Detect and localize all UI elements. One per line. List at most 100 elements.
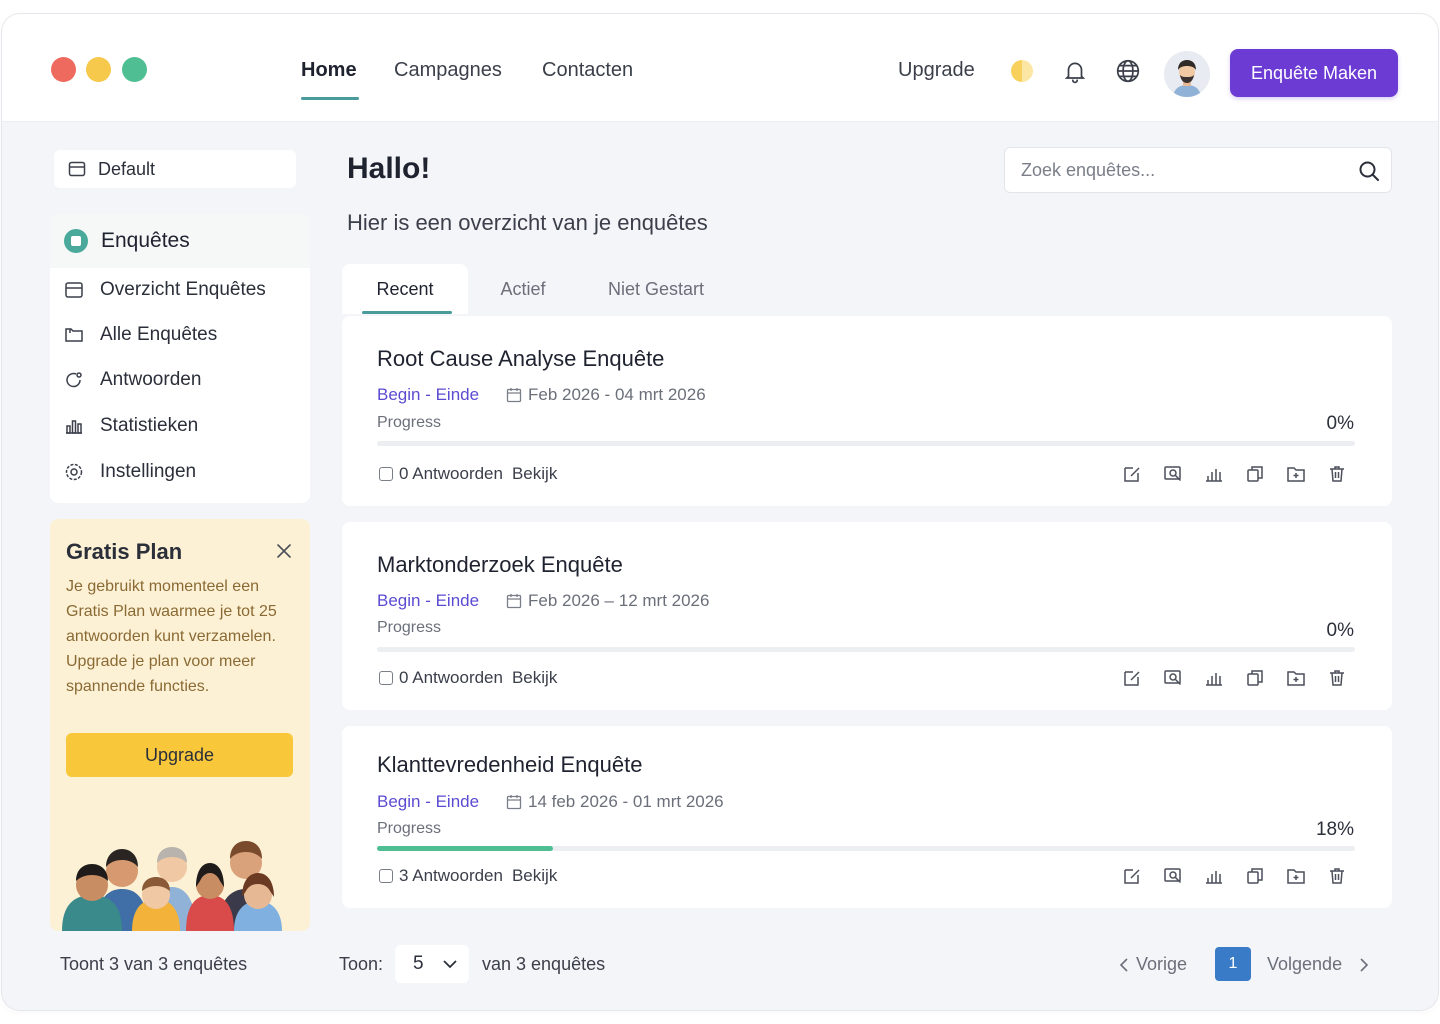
sidebar-item-overview[interactable]: Overzicht Enquêtes — [64, 275, 266, 305]
page-number-button[interactable]: 1 — [1215, 947, 1251, 981]
prev-page-button[interactable]: Vorige — [1118, 954, 1187, 975]
dates-label: Begin - Einde — [377, 385, 480, 404]
trash-icon[interactable] — [1327, 668, 1347, 688]
survey-card: Root Cause Analyse Enquête Begin - Einde… — [342, 316, 1392, 506]
progress-percent: 0% — [1326, 413, 1354, 434]
progress-percent: 0% — [1326, 620, 1354, 641]
progress-percent: 18% — [1315, 819, 1354, 840]
plan-upgrade-button[interactable]: Upgrade — [66, 733, 293, 777]
page-size-select[interactable]: 5 — [395, 945, 469, 983]
app-window: Home Campagnes Contacten Upgrade Enquête… — [2, 14, 1438, 1010]
sidebar-item-all-surveys[interactable]: Alle Enquêtes — [64, 320, 217, 350]
avatar[interactable] — [1164, 51, 1210, 97]
page-size-label: Toon: — [339, 954, 384, 974]
settings-icon — [65, 463, 83, 481]
progress-bar — [377, 647, 1355, 652]
chart-icon[interactable] — [1204, 866, 1224, 886]
nav-contacts[interactable]: Contacten — [542, 59, 633, 82]
view-link[interactable]: Bekijk — [512, 464, 557, 484]
edit-icon[interactable] — [1122, 464, 1142, 484]
calendar-icon — [506, 795, 522, 810]
sidebar-item-label: Instellingen — [100, 461, 197, 482]
folder-icon — [65, 328, 83, 342]
search-icon[interactable] — [1357, 159, 1381, 183]
select-checkbox[interactable] — [379, 467, 393, 481]
workspace-select[interactable]: Default — [54, 150, 296, 188]
survey-title[interactable]: Root Cause Analyse Enquête — [377, 346, 664, 372]
response-row: 3 Antwoorden Bekijk — [379, 866, 557, 886]
survey-title[interactable]: Marktonderzoek Enquête — [377, 552, 623, 578]
prev-page-label: Vorige — [1136, 954, 1188, 974]
tab-recent[interactable]: Recent — [342, 264, 468, 314]
response-count: 3 Antwoorden — [399, 866, 503, 885]
progress-fill — [377, 846, 554, 851]
next-page-button[interactable]: Volgende — [1267, 954, 1370, 975]
sidebar-item-settings[interactable]: Instellingen — [64, 457, 196, 487]
progress-label: Progress — [377, 414, 442, 431]
view-link[interactable]: Bekijk — [512, 866, 557, 886]
copy-icon[interactable] — [1245, 464, 1265, 484]
trash-icon[interactable] — [1327, 464, 1347, 484]
survey-title[interactable]: Klanttevredenheid Enquête — [377, 752, 642, 778]
create-survey-button[interactable]: Enquête Maken — [1230, 49, 1398, 97]
responses-icon — [66, 372, 82, 388]
edit-icon[interactable] — [1122, 866, 1142, 886]
window-maximize-dot[interactable] — [122, 57, 147, 82]
preview-icon[interactable] — [1163, 464, 1183, 484]
page-title: Hallo! — [347, 152, 431, 185]
edit-icon[interactable] — [1122, 668, 1142, 688]
folder-move-icon[interactable] — [1286, 866, 1306, 886]
folder-move-icon[interactable] — [1286, 668, 1306, 688]
chevron-right-icon — [1360, 957, 1369, 972]
globe-icon[interactable] — [1115, 58, 1141, 84]
calendar-icon — [506, 594, 522, 609]
sidebar-item-label: Statistieken — [100, 415, 199, 436]
top-bar: Home Campagnes Contacten Upgrade Enquête… — [2, 14, 1438, 122]
page-total-label: van 3 enquêtes — [482, 954, 606, 974]
sidebar-menu: Enquêtes Overzicht Enquêtes Alle Enquête… — [50, 214, 310, 503]
response-count: 0 Antwoorden — [399, 464, 503, 483]
trash-icon[interactable] — [1327, 866, 1347, 886]
copy-icon[interactable] — [1245, 668, 1265, 688]
sidebar-section-header[interactable]: Enquêtes — [50, 214, 310, 268]
chart-icon[interactable] — [1204, 464, 1224, 484]
plan-description: Je gebruikt momenteel een Gratis Plan wa… — [66, 578, 277, 695]
window-minimize-dot[interactable] — [86, 57, 111, 82]
response-row: 0 Antwoorden Bekijk — [379, 668, 557, 688]
tab-active[interactable]: Actief — [468, 264, 578, 314]
tab-not-started[interactable]: Niet Gestart — [578, 264, 734, 314]
progress-bar — [377, 441, 1355, 446]
sidebar-item-label: Overzicht Enquêtes — [100, 279, 266, 300]
close-icon[interactable] — [274, 541, 294, 561]
workspace-label: Default — [98, 158, 156, 179]
copy-icon[interactable] — [1245, 866, 1265, 886]
select-checkbox[interactable] — [379, 671, 393, 685]
preview-icon[interactable] — [1163, 668, 1183, 688]
nav-upgrade-link[interactable]: Upgrade — [898, 59, 975, 82]
next-page-label: Volgende — [1267, 954, 1343, 974]
chart-icon[interactable] — [1204, 668, 1224, 688]
theme-toggle-icon[interactable] — [1011, 60, 1033, 82]
sidebar-item-label: Antwoorden — [100, 369, 202, 390]
survey-card: Klanttevredenheid Enquête Begin - Einde … — [342, 726, 1392, 908]
bell-icon[interactable] — [1062, 58, 1088, 84]
people-illustration — [62, 841, 282, 931]
folder-move-icon[interactable] — [1286, 464, 1306, 484]
sidebar-item-statistics[interactable]: Statistieken — [64, 411, 198, 441]
tab-active-indicator — [362, 311, 452, 314]
progress-label: Progress — [377, 619, 442, 636]
surveys-icon — [64, 229, 88, 253]
view-link[interactable]: Bekijk — [512, 668, 557, 688]
nav-campaigns[interactable]: Campagnes — [394, 59, 502, 82]
preview-icon[interactable] — [1163, 866, 1183, 886]
survey-card: Marktonderzoek Enquête Begin - Einde Feb… — [342, 522, 1392, 710]
survey-date-range: Feb 2026 – 12 mrt 2026 — [528, 591, 710, 610]
overview-icon — [65, 282, 83, 298]
window-close-dot[interactable] — [51, 57, 76, 82]
nav-home[interactable]: Home — [301, 59, 357, 82]
select-checkbox[interactable] — [379, 869, 393, 883]
search-input[interactable] — [1021, 148, 1341, 192]
response-row: 0 Antwoorden Bekijk — [379, 464, 557, 484]
progress-bar — [377, 846, 1355, 851]
sidebar-item-responses[interactable]: Antwoorden — [64, 365, 201, 395]
